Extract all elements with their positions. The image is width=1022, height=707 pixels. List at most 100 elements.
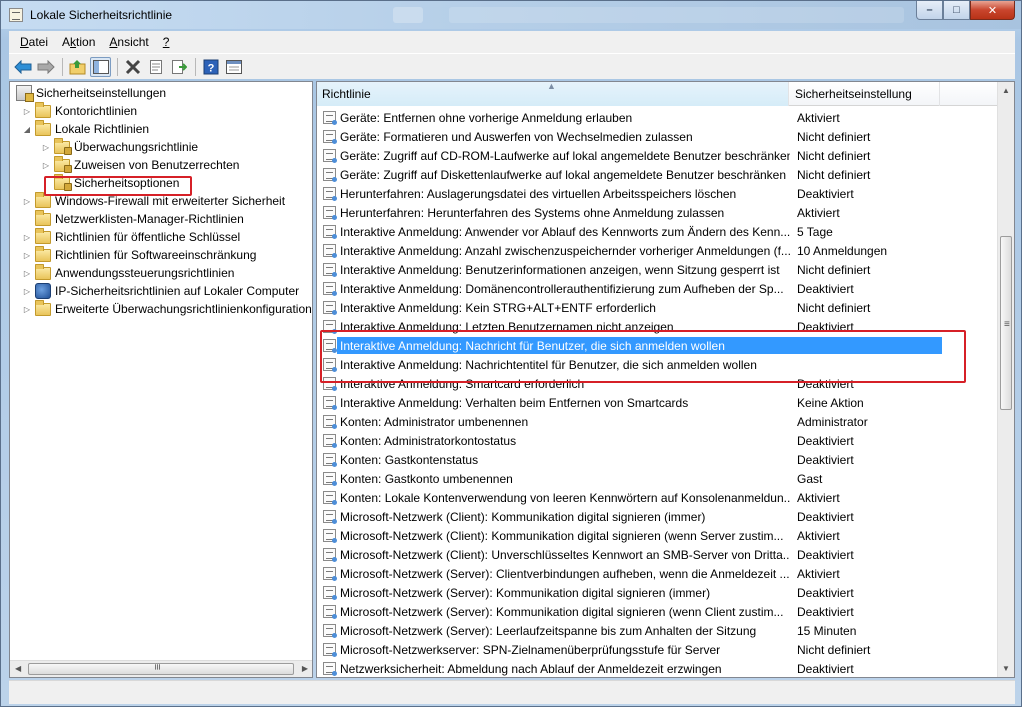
scroll-down-icon[interactable]: ▼ [1002,664,1010,673]
console-view-icon[interactable] [223,57,244,77]
forward-arrow-icon[interactable] [35,57,56,77]
policy-name: Geräte: Zugriff auf CD-ROM-Laufwerke auf… [340,148,790,163]
column-header-richtlinie[interactable]: ▲ Richtlinie [317,81,789,106]
policy-row[interactable]: Geräte: Zugriff auf CD-ROM-Laufwerke auf… [317,146,997,165]
policy-icon [323,187,337,201]
column-header-sicherheitseinstellung[interactable]: Sicherheitseinstellung [790,82,940,106]
policy-row[interactable]: Interaktive Anmeldung: Verhalten beim En… [317,393,997,412]
collapse-arrow-icon[interactable]: ◢ [22,124,32,134]
policy-row[interactable]: Interaktive Anmeldung: Anwender vor Abla… [317,222,997,241]
expand-arrow-icon[interactable]: ▷ [22,232,32,242]
policy-name: Interaktive Anmeldung: Domänencontroller… [340,281,784,296]
minimize-button[interactable]: – [916,1,943,20]
policy-icon [323,244,337,258]
up-folder-icon[interactable] [67,57,88,77]
vertical-scrollbar[interactable]: ▲ ≡ ▼ [997,82,1014,677]
policy-row[interactable]: Herunterfahren: Herunterfahren des Syste… [317,203,997,222]
policy-row[interactable]: Microsoft-Netzwerk (Client): Kommunikati… [317,507,997,526]
policy-name: Konten: Lokale Kontenverwendung von leer… [340,490,790,505]
policy-row[interactable]: Interaktive Anmeldung: Kein STRG+ALT+ENT… [317,298,997,317]
policy-setting: Deaktiviert [797,661,854,676]
scroll-up-icon[interactable]: ▲ [1002,86,1010,95]
toolbar: ? [9,53,1015,79]
policy-row[interactable]: Konten: Gastkonto umbenennen Gast [317,469,997,488]
close-button[interactable]: ✕ [970,1,1015,20]
menu-aktion[interactable]: Aktion [55,35,102,49]
tree-item-public-key[interactable]: ▷ Richtlinien für öffentliche Schlüssel [10,227,312,246]
export-list-icon[interactable] [168,57,189,77]
svg-text:?: ? [207,62,214,74]
tree-item-erweiterte-ueberwachung[interactable]: ▷ Erweiterte Überwachungsrichtlinienkonf… [10,299,312,318]
tree-item-benutzerrechte[interactable]: ▷ Zuweisen von Benutzerrechten [10,155,312,174]
policy-row[interactable]: Microsoft-Netzwerk (Server): Kommunikati… [317,602,997,621]
policy-list: Geräte: Entfernen ohne vorherige Anmeldu… [317,108,997,678]
policy-icon [323,130,337,144]
policy-row[interactable]: Interaktive Anmeldung: Benutzerinformati… [317,260,997,279]
policy-folder-icon [54,137,72,155]
tree-root[interactable]: Sicherheitseinstellungen [10,84,312,102]
policy-name: Interaktive Anmeldung: Verhalten beim En… [340,395,689,410]
title-bar[interactable]: Lokale Sicherheitsrichtlinie – □ ✕ [1,1,1021,29]
policy-name: Microsoft-Netzwerk (Server): Kommunikati… [340,604,784,619]
properties-icon[interactable] [145,57,166,77]
policy-row[interactable]: Konten: Lokale Kontenverwendung von leer… [317,488,997,507]
policy-row[interactable]: Microsoft-Netzwerk (Server): Kommunikati… [317,583,997,602]
tree-item-kontorichtlinien[interactable]: ▷ Kontorichtlinien [10,101,312,120]
policy-row[interactable]: Microsoft-Netzwerk (Server): Leerlaufzei… [317,621,997,640]
expand-arrow-icon[interactable]: ▷ [41,160,51,170]
policy-row[interactable]: Konten: Administratorkontostatus Deaktivi… [317,431,997,450]
tree-item-ipsec[interactable]: ▷ IP-Sicherheitsrichtlinien auf Lokaler … [10,282,312,300]
policy-name: Interaktive Anmeldung: Kein STRG+ALT+ENT… [340,300,656,315]
policy-row[interactable]: Interaktive Anmeldung: Anzahl zwischenzu… [317,241,997,260]
expand-arrow-icon[interactable]: ▷ [22,268,32,278]
policy-row[interactable]: Microsoft-Netzwerk (Client): Unverschlüs… [317,545,997,564]
maximize-button[interactable]: □ [943,1,970,20]
policy-name: Geräte: Entfernen ohne vorherige Anmeldu… [340,110,633,125]
tree-pane[interactable]: Sicherheitseinstellungen ▷ Kontorichtlin… [9,81,313,678]
policy-row[interactable]: Netzwerksicherheit: Abmeldung nach Ablau… [317,659,997,678]
expand-arrow-icon[interactable]: ▷ [22,250,32,260]
delete-icon[interactable] [122,57,143,77]
expand-arrow-icon[interactable]: ▷ [22,286,32,296]
list-pane[interactable]: ▲ Richtlinie Sicherheitseinstellung Gerä… [316,81,1015,678]
scroll-left-icon[interactable]: ◀ [15,664,21,673]
tree-item-ueberwachungsrichtlinie[interactable]: ▷ Überwachungsrichtlinie [10,137,312,156]
scrollbar-thumb[interactable]: ≡ [1000,236,1012,410]
back-arrow-icon[interactable] [12,57,33,77]
menu-help[interactable]: ? [156,35,177,49]
tree-item-softwareeinschraenkung[interactable]: ▷ Richtlinien für Softwareeinschränkung [10,245,312,264]
expand-arrow-icon[interactable]: ▷ [22,304,32,314]
tree-item-anwendungssteuerung[interactable]: ▷ Anwendungssteuerungsrichtlinien [10,263,312,282]
policy-row[interactable]: Konten: Administrator umbenennen Administ… [317,412,997,431]
policy-row[interactable]: Geräte: Formatieren und Auswerfen von We… [317,127,997,146]
main-window: Lokale Sicherheitsrichtlinie – □ ✕ Datei… [0,0,1022,707]
security-settings-icon [16,85,34,102]
policy-row[interactable]: Interaktive Anmeldung: Domänencontroller… [317,279,997,298]
policy-row[interactable]: Herunterfahren: Auslagerungsdatei des vi… [317,184,997,203]
scrollbar-thumb[interactable] [28,663,294,675]
tree-item-label: Windows-Firewall mit erweiterter Sicherh… [55,194,286,208]
folder-icon [35,209,51,226]
help-icon[interactable]: ? [200,57,221,77]
policy-row[interactable]: Geräte: Zugriff auf Diskettenlaufwerke a… [317,165,997,184]
tree-item-netzwerklisten[interactable]: Netzwerklisten-Manager-Richtlinien [10,209,312,228]
policy-setting: Keine Aktion [797,395,864,410]
show-hide-tree-icon[interactable] [90,56,111,77]
expand-arrow-icon[interactable]: ▷ [22,196,32,206]
policy-row[interactable]: Microsoft-Netzwerkserver: SPN-Zielnamenü… [317,640,997,659]
expand-arrow-icon[interactable]: ▷ [22,106,32,116]
policy-icon [323,282,337,296]
policy-icon [323,415,337,429]
scroll-right-icon[interactable]: ▶ [302,664,308,673]
policy-row[interactable]: Geräte: Entfernen ohne vorherige Anmeldu… [317,108,997,127]
tree-item-label: Lokale Richtlinien [55,122,150,136]
menu-datei[interactable]: Datei [13,35,55,49]
expand-arrow-icon[interactable]: ▷ [41,142,51,152]
menu-ansicht[interactable]: Ansicht [102,35,155,49]
policy-row[interactable]: Microsoft-Netzwerk (Client): Kommunikati… [317,526,997,545]
policy-row[interactable]: Konten: Gastkontenstatus Deaktiviert [317,450,997,469]
policy-row[interactable]: Microsoft-Netzwerk (Server): Clientverbi… [317,564,997,583]
policy-name: Microsoft-Netzwerkserver: SPN-Zielnamenü… [340,642,721,657]
tree-item-lokale-richtlinien[interactable]: ◢ Lokale Richtlinien [10,119,312,138]
horizontal-scrollbar[interactable]: ◀ ▶ [10,660,312,677]
